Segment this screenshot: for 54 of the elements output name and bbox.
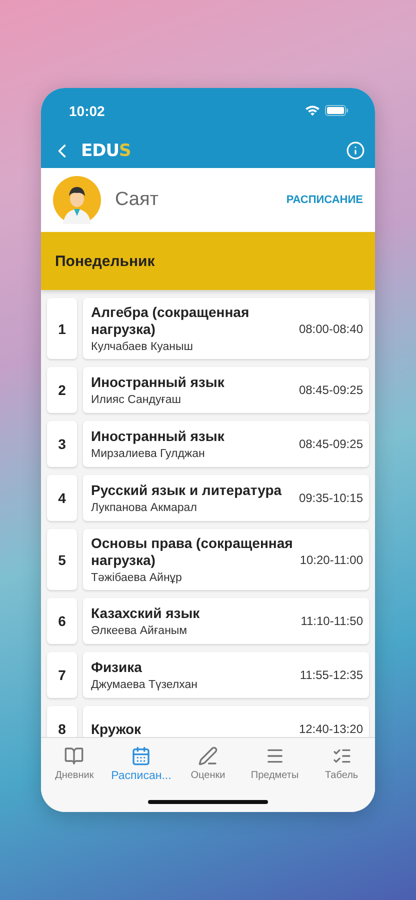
lesson-time: 09:35-10:15	[298, 491, 363, 505]
lesson-subject: Алгебра (сокращенная нагрузка)	[91, 304, 250, 338]
lesson-number: 4	[47, 475, 77, 521]
lesson-time: 11:55-12:35	[300, 668, 363, 682]
lesson-teacher: Илияс Сандуғаш	[91, 394, 182, 406]
lesson-teacher: Мирзалиева Гулджан	[91, 448, 206, 460]
lesson-teacher: Джумаева Түзелхан	[91, 679, 199, 691]
lesson-subject: Кружок	[91, 720, 142, 737]
lesson-subject: Физика	[91, 659, 143, 676]
pen-lines-icon	[198, 746, 218, 766]
lesson-teacher: Лукпанова Акмарал	[91, 502, 198, 514]
lesson-teacher: Әлкеева Айғаным	[91, 625, 188, 637]
lesson-subject: Иностранный язык	[91, 428, 226, 445]
lesson-teacher: Кулчабаев Куаныш	[91, 341, 194, 353]
lesson-card[interactable]: Основы права (сокращенная нагрузка) Тәжібаева Айнұр 10:20-11:00	[83, 529, 369, 590]
book-icon	[64, 746, 84, 766]
lesson-number: 1	[47, 298, 77, 359]
lesson-card[interactable]: Иностранный язык Мирзалиева Гулджан 08:45-09:25	[83, 421, 369, 467]
lesson-card[interactable]: Физика Джумаева Түзелхан 11:55-12:35	[83, 652, 369, 698]
calendar-icon	[131, 746, 152, 766]
status-time: 10:02	[69, 102, 105, 118]
lesson-card[interactable]: Русский язык и литература Лукпанова Акмарал 09:35-10:15	[83, 475, 369, 521]
lesson-time: 08:45-09:25	[298, 437, 363, 451]
avatar-icon	[53, 176, 101, 224]
day-title: Понедельник	[55, 252, 155, 270]
lesson-time: 08:00-08:40	[298, 322, 363, 336]
lesson-subject: Русский язык и литература	[91, 482, 283, 499]
tab[interactable]: Предметы	[241, 746, 308, 782]
lesson-number: 2	[47, 367, 77, 413]
lesson-subject: Казахский язык	[91, 605, 201, 622]
lesson-time: 10:20-11:00	[300, 552, 363, 566]
lesson-time: 12:40-13:20	[298, 722, 363, 736]
lesson-number: 5	[47, 529, 77, 590]
tab[interactable]: Оценки	[174, 746, 242, 782]
lesson-subject: Основы права (сокращенная нагрузка)	[91, 535, 294, 569]
lesson-teacher: Тәжібаева Айнұр	[91, 572, 183, 584]
battery-icon	[325, 105, 349, 116]
lesson-card[interactable]: Иностранный язык Илияс Сандуғаш 08:45-09:25	[83, 367, 369, 413]
lesson-time: 11:10-11:50	[300, 614, 363, 628]
student-name: Саят	[115, 189, 160, 211]
tab[interactable]: Табель	[308, 746, 375, 782]
lesson-number: 7	[47, 652, 77, 698]
tab[interactable]: Дневник	[41, 746, 108, 782]
info-icon[interactable]	[346, 141, 365, 160]
lesson-number: 3	[47, 421, 77, 467]
lesson-number: 6	[47, 598, 77, 644]
lesson-card[interactable]: Казахский язык Әлкеева Айғаным 11:10-11:50	[83, 598, 369, 644]
lesson-card[interactable]: Кружок 12:40-13:20	[83, 706, 369, 737]
lesson-subject: Иностранный язык	[91, 374, 226, 391]
lesson-card[interactable]: Алгебра (сокращенная нагрузка) Кулчабаев Куаныш 08:00-08:40	[83, 298, 369, 359]
wifi-icon	[305, 105, 320, 116]
logo: EDUS	[81, 140, 131, 160]
lesson-number: 8	[47, 706, 77, 737]
lesson-time: 08:45-09:25	[298, 383, 363, 397]
